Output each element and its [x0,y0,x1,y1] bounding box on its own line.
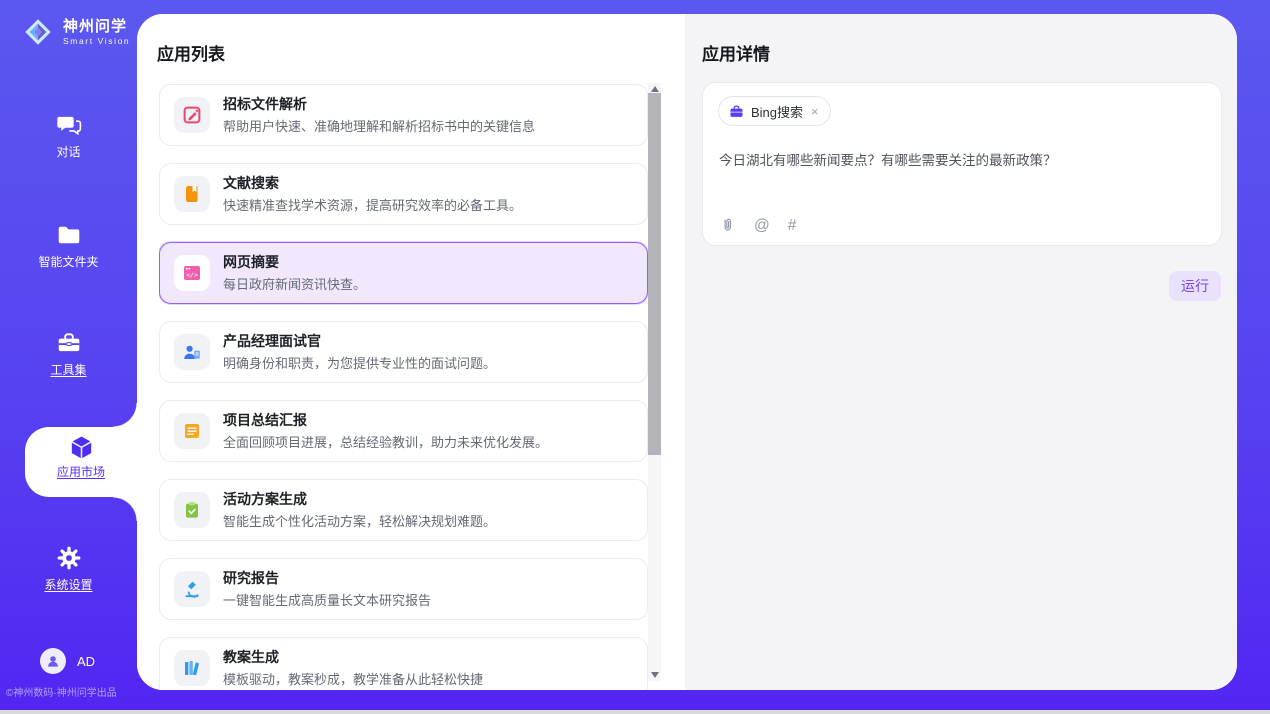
app-card-event-plan[interactable]: 活动方案生成 智能生成个性化活动方案，轻松解决规划难题。 [159,479,648,541]
diamond-logo-icon [18,12,58,52]
cube-icon [68,434,95,461]
sidebar-item-chat[interactable]: 对话 [0,112,137,161]
app-card-project-summary[interactable]: 项目总结汇报 全面回顾项目进展，总结经验教训，助力未来优化发展。 [159,400,648,462]
app-card-title: 产品经理面试官 [223,332,496,351]
app-card-title: 项目总结汇报 [223,411,548,430]
sidebar-item-toolset[interactable]: 工具集 [0,330,137,379]
gear-icon [56,545,82,571]
brand-name: 神州问学 [63,19,130,34]
avatar [40,648,66,674]
sidebar-item-label: 系统设置 [44,576,92,593]
sidebar-item-label: 应用市场 [57,463,105,480]
app-card-title: 研究报告 [223,569,431,588]
composer-toolbar: @ # [719,217,796,234]
active-bubble-fillet-top [113,403,137,427]
app-detail-pane: 应用详情 Bing搜索 × 今日湖北有哪些新闻要点？有哪些需要关注的最新政策？ [685,14,1237,690]
copyright-footer: ©神州数码·神州问学出品 [6,684,134,699]
brand-logo: 神州问学 Smart Vision [18,12,130,52]
book-icon [174,176,210,212]
app-detail-title: 应用详情 [702,40,770,65]
scroll-down-arrow-icon[interactable] [651,672,659,678]
close-icon[interactable]: × [810,104,820,119]
sidebar-item-settings[interactable]: 系统设置 [0,545,137,594]
brand-tagline: Smart Vision [63,37,130,46]
app-card-pm-interviewer[interactable]: 产品经理面试官 明确身份和职责，为您提供专业性的面试问题。 [159,321,648,383]
app-card-desc: 帮助用户快速、准确地理解和解析招标书中的关键信息 [223,116,535,135]
browser-code-icon: </> [174,255,210,291]
app-card-list: 招标文件解析 帮助用户快速、准确地理解和解析招标书中的关键信息 文献搜索 快速精… [159,84,648,690]
scrollbar[interactable] [648,83,661,681]
paperclip-icon[interactable] [719,217,736,234]
microscope-icon [174,571,210,607]
user-name: AD [77,654,95,669]
tool-tag-label: Bing搜索 [751,102,803,121]
run-button[interactable]: 运行 [1169,271,1221,301]
app-card-bid-parse[interactable]: 招标文件解析 帮助用户快速、准确地理解和解析招标书中的关键信息 [159,84,648,146]
app-card-title: 招标文件解析 [223,95,535,114]
interviewer-icon [174,334,210,370]
sidebar-item-smart-folder[interactable]: 智能文件夹 [0,222,137,271]
sidebar-item-app-market[interactable]: 应用市场 [25,427,137,497]
app-card-title: 活动方案生成 [223,490,496,509]
svg-text:</>: </> [186,271,198,279]
person-icon [45,653,61,669]
briefcase-icon [729,104,744,119]
app-card-title: 网页摘要 [223,253,366,272]
active-bubble-fillet-bottom [113,497,137,521]
query-input[interactable]: 今日湖北有哪些新闻要点？有哪些需要关注的最新政策？ [719,151,1205,171]
app-card-desc: 模板驱动，教案秒成，教学准备从此轻松快捷 [223,669,483,688]
app-card-desc: 智能生成个性化活动方案，轻松解决规划难题。 [223,511,496,530]
note-icon [174,413,210,449]
hash-icon[interactable]: # [788,217,797,234]
scroll-up-arrow-icon[interactable] [651,86,659,92]
user-account[interactable]: AD [40,648,95,674]
at-icon[interactable]: @ [754,217,770,234]
app-card-title: 教案生成 [223,648,483,667]
sidebar-item-label: 工具集 [50,361,86,378]
sidebar-item-label: 智能文件夹 [38,253,98,270]
app-card-web-summary[interactable]: </> 网页摘要 每日政府新闻资讯快查。 [159,242,648,304]
app-frame: 神州问学 Smart Vision 对话 智能文件夹 [0,0,1270,710]
pen-square-icon [174,97,210,133]
chat-icon [56,112,82,138]
toolbox-icon [56,330,82,356]
books-icon [174,650,210,686]
window-bottom-edge [0,710,1270,714]
app-card-desc: 快速精准查找学术资源，提高研究效率的必备工具。 [223,195,522,214]
app-card-desc: 明确身份和职责，为您提供专业性的面试问题。 [223,353,496,372]
app-card-research-report[interactable]: 研究报告 一键智能生成高质量长文本研究报告 [159,558,648,620]
app-card-lesson-plan[interactable]: 教案生成 模板驱动，教案秒成，教学准备从此轻松快捷 [159,637,648,690]
app-list-pane: 应用列表 招标文件解析 帮助用户快速、准确地理解和解析招标书中的关键信息 [137,14,685,690]
app-card-desc: 每日政府新闻资讯快查。 [223,274,366,293]
sidebar: 神州问学 Smart Vision 对话 智能文件夹 [0,0,137,710]
clipboard-check-icon [174,492,210,528]
app-card-desc: 全面回顾项目进展，总结经验教训，助力未来优化发展。 [223,432,548,451]
composer-card: Bing搜索 × 今日湖北有哪些新闻要点？有哪些需要关注的最新政策？ @ # [702,82,1222,246]
app-card-title: 文献搜索 [223,174,522,193]
app-list-title: 应用列表 [157,40,225,65]
sidebar-item-label: 对话 [56,143,80,160]
scrollbar-thumb[interactable] [648,93,661,455]
tool-tag-bing-search[interactable]: Bing搜索 × [718,96,831,126]
app-card-literature-search[interactable]: 文献搜索 快速精准查找学术资源，提高研究效率的必备工具。 [159,163,648,225]
app-card-desc: 一键智能生成高质量长文本研究报告 [223,590,431,609]
main-panel: 应用列表 招标文件解析 帮助用户快速、准确地理解和解析招标书中的关键信息 [137,14,1237,690]
folder-icon [56,222,82,248]
